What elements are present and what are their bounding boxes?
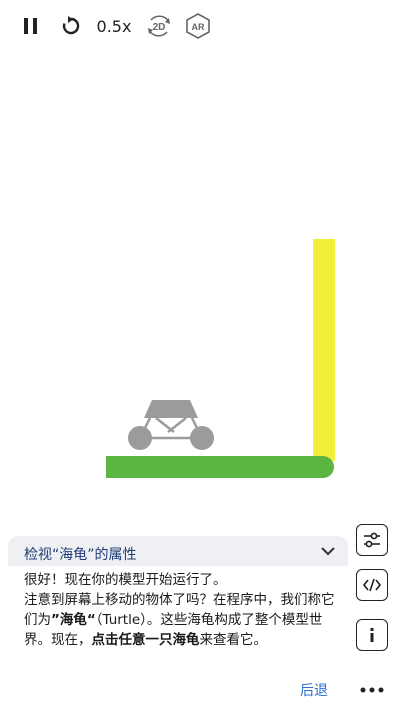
more-dots-icon [360,687,384,693]
yellow-wall [313,239,335,461]
panel-line-1: 很好！现在你的模型开始运行了。 [24,572,227,588]
back-button[interactable]: 后退 [300,680,328,700]
view-2d-icon: 2D [148,15,170,37]
more-button[interactable] [356,674,388,706]
panel-bold-turtle: ”海龟“ [51,612,96,628]
panel-header[interactable]: 检视“海龟”的属性 [8,536,348,566]
panel-body: 很好！现在你的模型开始运行了。 注意到屏幕上移动的物体了吗？在程序中，我们称它们… [24,570,342,650]
ar-cube-icon: AR [186,13,210,39]
settings-button[interactable] [356,524,388,556]
ar-button[interactable]: AR [183,11,213,41]
panel-bold-action: 点击任意一只海龟 [91,632,200,648]
green-ground [106,456,334,478]
speed-button[interactable]: 0.5x [94,13,134,39]
pause-icon [24,18,37,34]
view-2d-button[interactable]: 2D [144,11,174,41]
toolbar: 0.5x 2D AR [8,6,218,46]
tutorial-panel: 检视“海龟”的属性 很好！现在你的模型开始运行了。 注意到屏幕上移动的物体了吗？… [8,536,348,704]
model-canvas[interactable] [0,0,403,530]
code-icon [362,578,382,592]
pause-button[interactable] [18,14,44,38]
panel-text-c: 来查看它。 [199,632,268,648]
view-2d-label: 2D [153,22,166,33]
panel-paragraph: 注意到屏幕上移动的物体了吗？在程序中，我们称它们为”海龟“（Turtle）。这些… [24,590,342,650]
code-button[interactable] [356,569,388,601]
sliders-icon [364,532,380,548]
reset-icon [62,16,80,35]
chevron-down-icon[interactable] [320,544,336,558]
turtle-vehicle[interactable] [124,396,218,452]
info-button[interactable] [356,619,388,651]
speed-label: 0.5x [96,16,132,36]
ar-label: AR [192,22,205,32]
reset-button[interactable] [58,13,84,39]
panel-title: 检视“海龟”的属性 [24,547,137,563]
info-icon [370,628,374,642]
